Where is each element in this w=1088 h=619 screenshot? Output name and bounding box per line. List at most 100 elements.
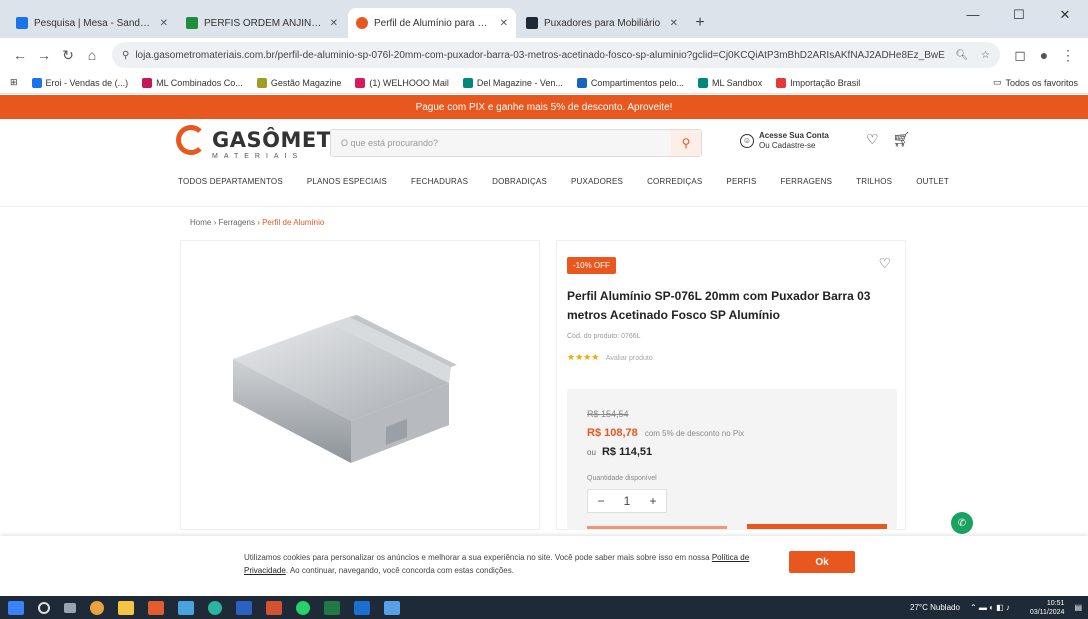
menu-item[interactable]: TRILHOS: [856, 177, 892, 186]
close-icon[interactable]: ✕: [330, 18, 338, 29]
tab-favicon: [16, 17, 28, 29]
bookmark-item[interactable]: Eroi - Vendas de (...): [31, 77, 128, 88]
menu-item[interactable]: FECHADURAS: [411, 177, 468, 186]
menu-item[interactable]: DOBRADIÇAS: [492, 177, 547, 186]
browser-tab-active[interactable]: Perfil de Alumínio para Porta ✕: [348, 8, 516, 38]
add-to-cart-button-edge[interactable]: [587, 526, 727, 529]
site-info-icon[interactable]: ⚲: [122, 50, 129, 61]
menu-item[interactable]: PLANOS ESPECIAIS: [307, 177, 387, 186]
bookmark-item[interactable]: Importação Brasil: [776, 77, 860, 88]
word-icon[interactable]: [236, 600, 252, 615]
minimize-button[interactable]: —: [950, 0, 996, 30]
excel-icon[interactable]: [324, 600, 340, 615]
menu-item[interactable]: OUTLET: [916, 177, 949, 186]
chrome-icon[interactable]: [90, 600, 104, 615]
account-link[interactable]: ☺ Acesse Sua Conta Ou Cadastre-se: [740, 131, 829, 150]
menu-icon[interactable]: ⋮: [1056, 47, 1080, 64]
price-box: R$ 154,54 R$ 108,78 com 5% de desconto n…: [567, 389, 897, 529]
heart-icon[interactable]: ♡: [866, 131, 879, 148]
discount-badge: -10% OFF: [567, 257, 616, 274]
search-input[interactable]: O que está procurando? ⚲: [330, 129, 702, 157]
bookmark-item[interactable]: (1) WELHOOO Mail: [355, 77, 449, 88]
account-line-2: Ou Cadastre-se: [759, 140, 816, 150]
bookmark-item[interactable]: Compartimentos pelo...: [576, 77, 684, 88]
clock[interactable]: 10:51 03/11/2024: [1020, 599, 1065, 617]
breadcrumb-home[interactable]: Home: [190, 218, 211, 227]
store-icon[interactable]: [384, 600, 400, 615]
file-explorer-icon[interactable]: [118, 600, 134, 615]
notifications-icon[interactable]: ▤: [1074, 603, 1082, 612]
tab-title: Perfil de Alumínio para Porta: [374, 17, 494, 29]
breadcrumb-category[interactable]: Ferragens: [218, 218, 254, 227]
browser-tab[interactable]: Puxadores para Mobiliário ✕: [518, 8, 686, 38]
menu-item[interactable]: TODOS DEPARTAMENTOS: [178, 177, 283, 186]
browser-tab[interactable]: Pesquisa | Mesa - Sandbox ✕: [8, 8, 176, 38]
chat-icon[interactable]: ✆: [951, 512, 973, 534]
logo-subtitle: MATERIAIS: [212, 153, 304, 160]
reload-icon[interactable]: ↻: [56, 47, 80, 64]
reviews-link[interactable]: Avaliar produto: [606, 355, 653, 362]
bookmark-item[interactable]: Gestão Magazine: [256, 77, 341, 88]
new-tab-button[interactable]: +: [688, 11, 712, 35]
task-view-icon[interactable]: [64, 602, 76, 613]
rating-stars[interactable]: ★★★★ Avaliar produto: [567, 352, 653, 363]
close-icon[interactable]: ✕: [160, 18, 168, 29]
profile-icon[interactable]: ●: [1032, 47, 1056, 63]
url-text: loja.gasometromateriais.com.br/perfil-de…: [135, 49, 945, 61]
breadcrumb: Home › Ferragens › Perfil de Alumínio: [190, 218, 324, 227]
menu-item[interactable]: PERFIS: [726, 177, 756, 186]
qty-plus-button[interactable]: +: [649, 494, 656, 508]
close-window-button[interactable]: ✕: [1042, 0, 1088, 30]
zoom-icon[interactable]: 🔍︎: [956, 50, 969, 61]
close-icon[interactable]: ✕: [670, 18, 678, 29]
bookmarks-bar: ⊞ Eroi - Vendas de (...) ML Combinados C…: [0, 72, 1088, 94]
product-sku: Cód. do produto: 0766L: [567, 333, 641, 340]
menu-item[interactable]: PUXADORES: [571, 177, 623, 186]
buy-button-edge[interactable]: [747, 524, 887, 529]
weather-widget[interactable]: 27°C Nublado: [910, 603, 960, 612]
bookmark-favicon: [462, 77, 473, 88]
search-icon[interactable]: ⚲: [671, 130, 701, 156]
powerpoint-icon[interactable]: [266, 600, 282, 615]
availability-label: Quantidade disponível: [587, 475, 657, 482]
qty-minus-button[interactable]: −: [598, 494, 605, 508]
forward-icon[interactable]: →: [32, 47, 56, 63]
cart-icon[interactable]: 🛒︎: [893, 131, 911, 148]
pix-price: R$ 108,78 com 5% de desconto no Pix: [587, 427, 744, 439]
app-icon[interactable]: [148, 600, 164, 615]
all-bookmarks[interactable]: ▭ Todos os favoritos: [993, 77, 1078, 88]
outlook-icon[interactable]: [354, 600, 370, 615]
bookmark-favicon: [256, 77, 267, 88]
product-image[interactable]: [181, 241, 541, 531]
mail-icon[interactable]: [178, 600, 194, 615]
star-icons: ★★★★: [567, 352, 600, 362]
promo-bar: Pague com PIX e ganhe mais 5% de descont…: [0, 95, 1088, 119]
pix-price-value: R$ 108,78: [587, 427, 638, 439]
qty-value[interactable]: 1: [624, 494, 631, 508]
bookmark-item[interactable]: Del Magazine - Ven...: [462, 77, 563, 88]
extensions-icon[interactable]: ◻: [1008, 47, 1032, 64]
bookmark-item[interactable]: ML Sandbox: [697, 77, 762, 88]
bookmark-item[interactable]: ML Combinados Co...: [142, 77, 243, 88]
tray-icons[interactable]: ⌃ ▬ ◐ ◧ ♪: [970, 603, 1010, 612]
old-price: R$ 154,54: [587, 409, 629, 419]
menu-item[interactable]: CORREDIÇAS: [647, 177, 702, 186]
home-icon[interactable]: ⌂: [80, 47, 104, 63]
heart-icon[interactable]: ♡: [878, 255, 891, 272]
address-bar[interactable]: ⚲ loja.gasometromateriais.com.br/perfil-…: [112, 42, 1000, 68]
clock-date: 03/11/2024: [1029, 608, 1065, 616]
apps-icon[interactable]: ⊞: [10, 77, 18, 88]
maximize-button[interactable]: ☐: [996, 0, 1042, 30]
menu-item[interactable]: FERRAGENS: [781, 177, 833, 186]
back-icon[interactable]: ←: [8, 47, 32, 63]
whatsapp-icon[interactable]: [296, 600, 310, 615]
edge-icon[interactable]: [208, 600, 222, 615]
browser-tab[interactable]: PERFIS ORDEM ANJINHOS ✕: [178, 8, 346, 38]
search-icon[interactable]: [38, 601, 50, 614]
start-icon[interactable]: [8, 600, 24, 615]
cookie-accept-button[interactable]: Ok: [789, 551, 855, 573]
tab-favicon: [356, 17, 368, 29]
close-icon[interactable]: ✕: [500, 18, 508, 29]
product-image-panel: [180, 240, 540, 530]
bookmark-star-icon[interactable]: ☆: [981, 50, 990, 61]
